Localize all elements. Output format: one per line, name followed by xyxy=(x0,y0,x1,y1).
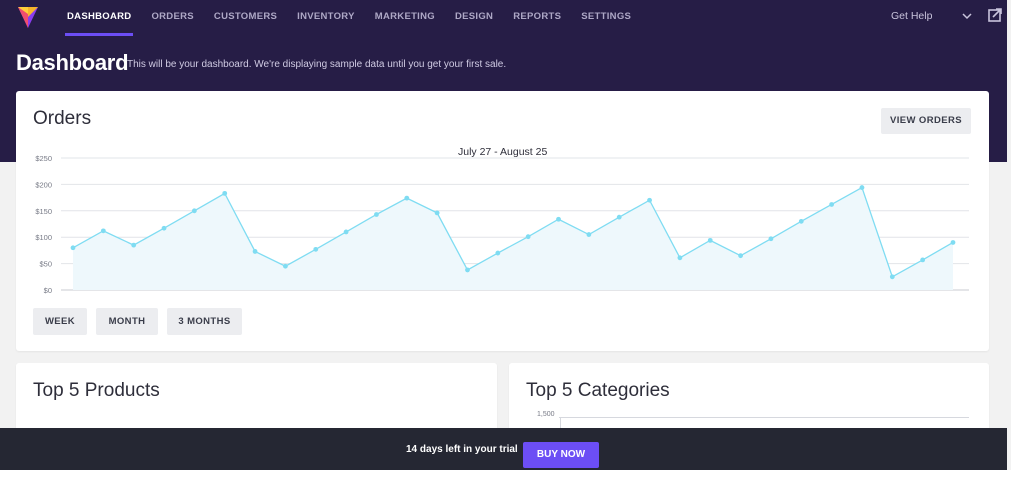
week-button[interactable]: WEEK xyxy=(33,308,87,335)
chart-data-point xyxy=(100,228,106,234)
trial-banner: 14 days left in your trial BUY NOW xyxy=(0,428,1007,470)
top-categories-title: Top 5 Categories xyxy=(526,380,670,401)
page-title: Dashboard xyxy=(16,50,129,75)
chart-data-point xyxy=(586,232,592,237)
trial-text: 14 days left in your trial xyxy=(406,444,518,455)
chart-data-point xyxy=(465,267,470,273)
chart-data-point xyxy=(525,234,531,240)
chart-data-point xyxy=(556,216,561,222)
chart-data-point xyxy=(343,229,349,235)
chart-data-point xyxy=(647,197,652,203)
orders-card: Orders VIEW ORDERS July 27 - August 25 $… xyxy=(16,91,989,351)
nav-tab-marketing[interactable]: MARKETING xyxy=(365,0,445,36)
buy-now-button[interactable]: BUY NOW xyxy=(523,442,599,468)
three-months-button[interactable]: 3 MONTHS xyxy=(167,308,242,335)
nav-tab-dashboard[interactable]: DASHBOARD xyxy=(57,0,141,36)
chart-y-tick-label: $200 xyxy=(35,180,52,189)
nav-tab-orders[interactable]: ORDERS xyxy=(141,0,203,36)
categories-gridline xyxy=(559,417,969,418)
chart-data-point xyxy=(616,214,622,220)
chart-data-point xyxy=(768,236,774,242)
chart-y-tick-label: $100 xyxy=(35,233,52,242)
chart-data-point xyxy=(434,210,440,216)
chart-y-tick-label: $50 xyxy=(39,260,52,269)
chart-data-point xyxy=(829,202,835,207)
chart-y-tick-label: $0 xyxy=(44,286,52,295)
scrollbar-track xyxy=(1007,0,1011,478)
orders-chart: $250 $200 $150 $100 $50 $0 xyxy=(35,154,969,295)
chart-data-point xyxy=(738,253,743,259)
chart-data-point xyxy=(859,185,865,190)
chevron-down-icon[interactable] xyxy=(961,10,973,22)
month-button[interactable]: MONTH xyxy=(96,308,158,335)
chart-data-point xyxy=(161,225,167,231)
chart-area-fill xyxy=(73,187,953,290)
chart-data-point xyxy=(889,274,895,280)
chart-y-tick-label: $150 xyxy=(35,207,52,216)
nav-tab-reports[interactable]: REPORTS xyxy=(503,0,571,36)
orders-title: Orders xyxy=(33,108,92,129)
chart-data-point xyxy=(70,245,76,251)
chart-data-point xyxy=(131,242,137,248)
page-subtitle: This will be your dashboard. We're displ… xyxy=(127,59,507,70)
nav-tab-inventory[interactable]: INVENTORY xyxy=(287,0,365,36)
chart-data-point xyxy=(950,240,956,245)
chart-data-point xyxy=(920,257,926,263)
chart-data-point xyxy=(191,208,197,214)
get-help-link[interactable]: Get Help xyxy=(891,10,932,22)
chart-data-point xyxy=(677,255,683,261)
chart-data-point xyxy=(707,237,713,243)
chart-data-point xyxy=(404,195,410,201)
chart-data-point xyxy=(374,212,379,217)
nav-tab-customers[interactable]: CUSTOMERS xyxy=(204,0,287,36)
categories-y-tick: 1,500 xyxy=(537,411,555,418)
chart-data-point xyxy=(495,250,501,256)
nav-tab-settings[interactable]: SETTINGS xyxy=(571,0,641,36)
nav-tab-design[interactable]: DESIGN xyxy=(445,0,503,36)
chart-data-point xyxy=(222,190,228,196)
logo[interactable] xyxy=(16,4,40,30)
external-link-icon[interactable] xyxy=(988,8,1002,22)
chart-data-point xyxy=(313,246,319,252)
top-products-title: Top 5 Products xyxy=(33,380,160,401)
nav-tabs: DASHBOARD ORDERS CUSTOMERS INVENTORY MARKETI… xyxy=(57,0,641,36)
page-footer-strip xyxy=(0,470,1011,478)
chart-data-point xyxy=(798,218,804,224)
chart-y-tick-label: $250 xyxy=(35,154,52,163)
view-orders-button[interactable]: VIEW ORDERS xyxy=(881,108,971,134)
chart-data-point xyxy=(252,249,258,254)
chart-data-point xyxy=(283,263,288,269)
top-navigation: DASHBOARD ORDERS CUSTOMERS INVENTORY MARKETI… xyxy=(0,0,1007,36)
